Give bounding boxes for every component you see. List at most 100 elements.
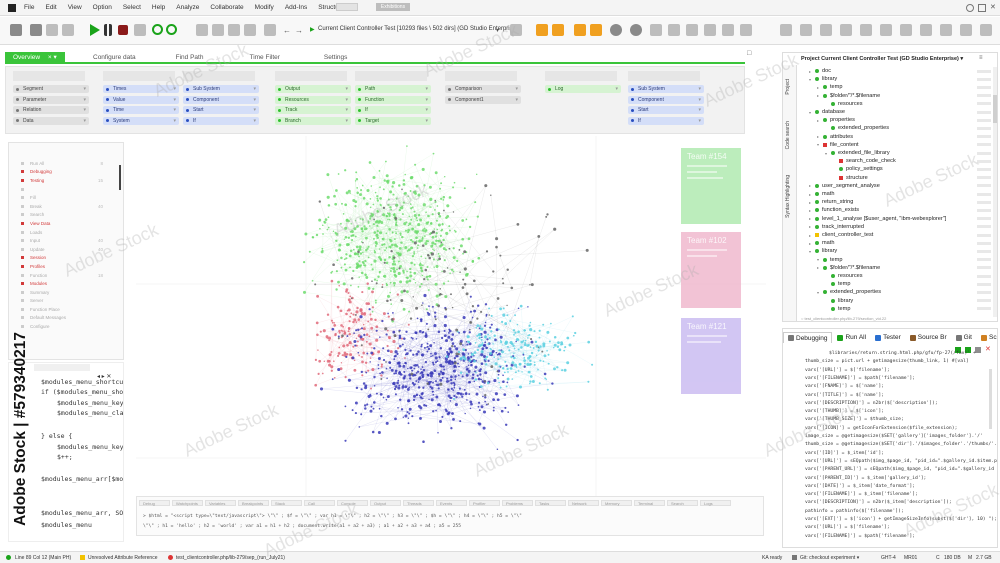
filter-chip[interactable]: Component ▾ (628, 95, 704, 104)
vtab-project[interactable]: Project (785, 79, 791, 95)
menu-item-analyze[interactable]: Analyze (176, 4, 199, 11)
log-tab[interactable]: Variables (205, 500, 236, 506)
copy-icon[interactable] (196, 24, 208, 36)
menu-item-file[interactable]: File (24, 4, 34, 11)
filter-chip[interactable]: Time ▾ (103, 106, 179, 114)
list-item[interactable]: Default Messages (9, 314, 123, 323)
list-item[interactable]: Fill (9, 193, 123, 202)
list-item[interactable]: Input 40 (9, 236, 123, 245)
tree-node[interactable]: ▸ doc (809, 67, 831, 75)
folder-icon[interactable] (30, 24, 42, 36)
plugin-icon[interactable] (900, 24, 912, 36)
team-card-121[interactable]: Team #121 (681, 318, 741, 394)
log-tab[interactable]: Threads (403, 500, 434, 506)
list-item[interactable]: View Data (9, 219, 123, 228)
tree-node[interactable]: ▸ properties (817, 116, 855, 124)
filter-chip[interactable]: Start ▾ (183, 106, 259, 114)
filter-chip[interactable]: Data ▾ (13, 116, 89, 125)
filter-chip[interactable]: Resources ▾ (275, 95, 351, 104)
network-graph[interactable] (136, 136, 766, 496)
debug-tab-sourcebr[interactable]: Source Br (906, 332, 951, 343)
list-item[interactable]: Debugging (9, 168, 123, 177)
cursor-position[interactable]: Line 89 Col 12 (Main PH) (15, 555, 71, 561)
log-tab[interactable]: Logs (700, 500, 731, 506)
log-tab[interactable]: Events (436, 500, 467, 506)
log-tab[interactable]: Search (667, 500, 698, 506)
tree-node[interactable]: temp (825, 305, 850, 313)
filter-chip[interactable]: Comparison ▾ (445, 85, 521, 93)
debug-tab-git[interactable]: Git (952, 332, 976, 343)
tree-node[interactable]: ▸ math (809, 190, 834, 198)
tree-node[interactable]: ▸ client_controller_test (809, 231, 873, 239)
window-icon[interactable] (920, 24, 932, 36)
file-icon[interactable] (264, 24, 276, 36)
current-file[interactable]: test_clientcontroller.php/lib-279/sep_(r… (176, 555, 285, 561)
tab-time-filter[interactable]: Time Filter (241, 52, 287, 63)
git-branch[interactable]: Git: checkout experiment ▾ (800, 555, 859, 561)
tree-node[interactable]: ▸ math (809, 239, 834, 247)
menu-item-option[interactable]: Option (93, 4, 112, 11)
filter-chip[interactable]: Branch ▾ (275, 116, 351, 125)
debug-tab-tester[interactable]: Tester (871, 332, 905, 343)
log-tab[interactable]: Stack (271, 500, 302, 506)
filter-chip[interactable]: If ▾ (628, 116, 704, 125)
menu-item-addins[interactable]: Add-Ins (285, 4, 307, 11)
filter-chip[interactable]: Output ▾ (275, 85, 351, 93)
maximize-icon[interactable] (978, 4, 986, 12)
notification-icon[interactable] (820, 24, 832, 36)
scrollbar-thumb[interactable] (993, 95, 997, 123)
car-icon[interactable] (10, 24, 22, 36)
run-button[interactable] (90, 24, 102, 36)
tree-node[interactable]: resources (825, 272, 863, 280)
tree-node[interactable]: ▸ $folder/"/*.$filename (817, 264, 880, 272)
pause-button[interactable] (104, 24, 112, 36)
lock-icon[interactable] (840, 24, 852, 36)
tree-node[interactable]: search_code_check (833, 157, 896, 165)
tree-node[interactable]: ▾ extended_file_library (825, 149, 890, 157)
filter-chip[interactable]: Sub System ▾ (183, 85, 259, 93)
panel-close-icon[interactable]: □ (747, 50, 751, 57)
undo-icon[interactable] (228, 24, 240, 36)
mark-icon[interactable] (574, 24, 586, 36)
filter-chip[interactable]: If ▾ (183, 116, 259, 125)
highlight-icon[interactable] (552, 24, 564, 36)
step-icon[interactable] (134, 24, 146, 36)
menu-item-view[interactable]: View (68, 4, 82, 11)
debug-icon[interactable] (510, 24, 522, 36)
filter-chip[interactable]: Track ▾ (275, 106, 351, 114)
help-icon[interactable] (740, 24, 752, 36)
exhibitions-badge[interactable]: Exhibitions (376, 3, 410, 11)
menu-search-box[interactable] (336, 3, 358, 11)
filter-chip[interactable]: Value ▾ (103, 95, 179, 104)
forward-arrow-icon[interactable]: → (295, 26, 303, 35)
tree-node[interactable]: ▾ database (809, 108, 845, 116)
debug-close-icon[interactable]: ✕ (985, 346, 991, 353)
user-icon[interactable] (780, 24, 792, 36)
project-title[interactable]: Project Current Client Controller Test (… (801, 56, 963, 62)
panel-scrollbar[interactable] (119, 165, 121, 190)
filter-chip[interactable]: Target ▾ (355, 116, 431, 125)
list-item[interactable]: Session (9, 254, 123, 263)
list-item[interactable]: Modules (9, 279, 123, 288)
tree-node[interactable]: ▸ temp (817, 83, 842, 91)
filter-chip[interactable]: System ▾ (103, 116, 179, 125)
filter-chip[interactable]: Path ▾ (355, 85, 431, 93)
tree-node[interactable]: ▾ temp (817, 256, 842, 264)
clock-icon[interactable] (630, 24, 642, 36)
project-path-label[interactable]: Current Client Controller Test [10293 fi… (318, 26, 518, 32)
list-item[interactable]: Run All 8 (9, 159, 123, 168)
team-card-154[interactable]: Team #154 (681, 148, 741, 224)
tab-close-icon[interactable]: × ▾ (48, 54, 57, 61)
debug-tab-script[interactable]: Script (977, 332, 997, 343)
minimize-icon[interactable] (966, 4, 974, 12)
filter-chip[interactable]: If ▾ (355, 106, 431, 114)
tree-node[interactable]: ▾ extended_properties (817, 288, 881, 296)
tree-node[interactable]: ▸ function_exists (809, 206, 859, 214)
search-icon[interactable] (860, 24, 872, 36)
filter-chip[interactable]: Times ▾ (103, 85, 179, 93)
upload-icon[interactable] (62, 24, 74, 36)
tree-node[interactable]: ▸ return_string (809, 198, 853, 206)
list-item[interactable] (9, 185, 123, 194)
tree-node[interactable]: extended_properties (825, 124, 889, 132)
save-icon[interactable] (46, 24, 58, 36)
